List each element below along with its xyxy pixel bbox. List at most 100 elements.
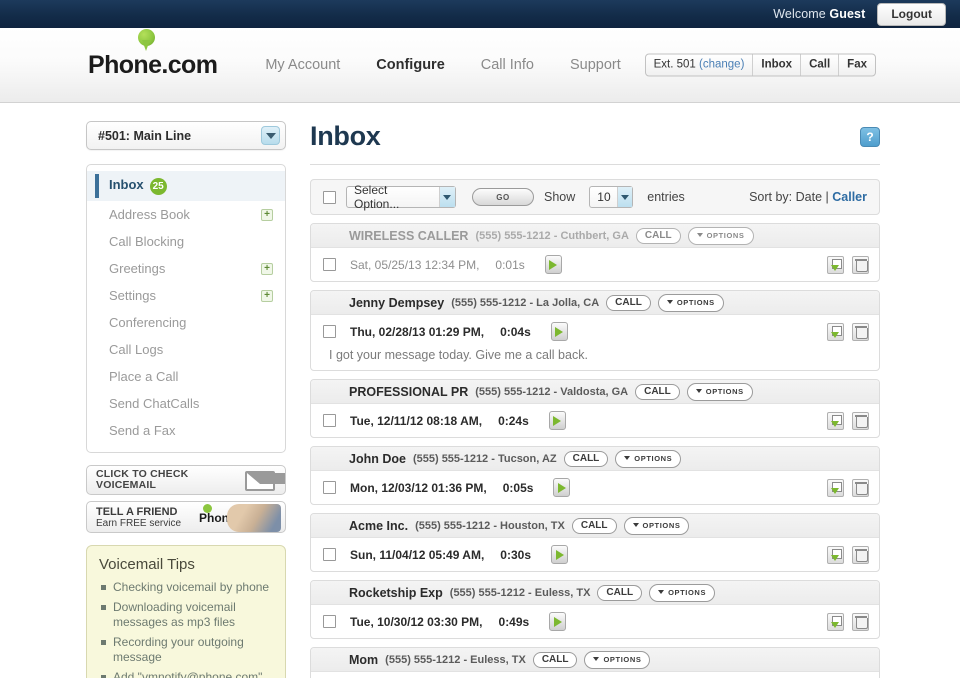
sidebar-item-inbox[interactable]: Inbox25: [87, 171, 285, 201]
sidebar-item-call-blocking[interactable]: Call Blocking: [87, 228, 285, 255]
call-button[interactable]: CALL: [597, 585, 642, 601]
call-button[interactable]: CALL: [635, 384, 680, 400]
ext-call-link[interactable]: Call: [800, 55, 838, 76]
tips-item[interactable]: Downloading voicemail messages as mp3 fi…: [99, 600, 273, 630]
options-button[interactable]: OPTIONS: [615, 450, 681, 468]
phone-com-logo[interactable]: Phone.com: [88, 51, 217, 80]
options-button[interactable]: OPTIONS: [624, 517, 690, 535]
message-duration: 0:30s: [500, 548, 531, 562]
options-button[interactable]: OPTIONS: [649, 584, 715, 602]
tell-a-friend-banner[interactable]: TELL A FRIEND Earn FREE service Phone.co…: [86, 501, 286, 533]
message-actions: [827, 323, 869, 341]
go-button[interactable]: GO: [472, 188, 534, 206]
message-body: Mon, 10/29/12 04:30 PM, 0:35s: [311, 672, 879, 678]
sort-by-date[interactable]: Sort by: Date: [749, 190, 822, 204]
envelope-icon: [245, 471, 275, 491]
caller-name: PROFESSIONAL PR: [349, 385, 468, 399]
play-icon[interactable]: [549, 411, 566, 430]
sidebar-item-send-a-fax[interactable]: Send a Fax: [87, 417, 285, 444]
options-button[interactable]: OPTIONS: [687, 383, 753, 401]
tips-item[interactable]: Add "vmnotify@phone.com" to your address…: [99, 670, 273, 678]
nav-item-configure[interactable]: Configure: [376, 57, 444, 73]
sidebar-item-label: Settings: [109, 288, 156, 303]
chevron-down-icon: [697, 233, 703, 237]
sidebar-item-conferencing[interactable]: Conferencing: [87, 309, 285, 336]
message-row[interactable]: PROFESSIONAL PR (555) 555-1212 - Valdost…: [310, 379, 880, 438]
message-row[interactable]: Jenny Dempsey (555) 555-1212 - La Jolla,…: [310, 290, 880, 371]
tips-item[interactable]: Recording your outgoing message: [99, 635, 273, 665]
map-pin-icon: [138, 29, 155, 46]
expand-icon[interactable]: +: [261, 263, 273, 275]
nav-item-my-account[interactable]: My Account: [265, 57, 340, 73]
options-button[interactable]: OPTIONS: [658, 294, 724, 312]
sidebar-item-address-book[interactable]: Address Book +: [87, 201, 285, 228]
message-checkbox[interactable]: [323, 325, 336, 338]
message-row[interactable]: Mom (555) 555-1212 - Euless, TX CALL OPT…: [310, 647, 880, 678]
entries-per-page-select[interactable]: 10: [589, 186, 633, 208]
ext-fax-link[interactable]: Fax: [838, 55, 875, 76]
caller-name: John Doe: [349, 452, 406, 466]
trash-icon[interactable]: [852, 323, 869, 341]
chevron-down-icon: [624, 456, 630, 460]
ext-inbox-link[interactable]: Inbox: [752, 55, 800, 76]
nav-item-support[interactable]: Support: [570, 57, 621, 73]
options-button[interactable]: OPTIONS: [688, 227, 754, 245]
message-header: Mom (555) 555-1212 - Euless, TX CALL OPT…: [311, 648, 879, 672]
options-button[interactable]: OPTIONS: [584, 651, 650, 669]
download-icon[interactable]: [827, 613, 844, 631]
message-checkbox[interactable]: [323, 615, 336, 628]
sidebar-item-label: Place a Call: [109, 369, 178, 384]
extension-select[interactable]: #501: Main Line: [86, 121, 286, 150]
download-icon[interactable]: [827, 256, 844, 274]
call-button[interactable]: CALL: [572, 518, 617, 534]
message-checkbox[interactable]: [323, 548, 336, 561]
sidebar-item-place-a-call[interactable]: Place a Call: [87, 363, 285, 390]
tips-item[interactable]: Checking voicemail by phone: [99, 580, 273, 595]
download-icon[interactable]: [827, 323, 844, 341]
sidebar-item-send-chatcalls[interactable]: Send ChatCalls: [87, 390, 285, 417]
play-icon[interactable]: [551, 322, 568, 341]
message-checkbox[interactable]: [323, 481, 336, 494]
expand-icon[interactable]: +: [261, 290, 273, 302]
download-icon[interactable]: [827, 412, 844, 430]
message-row[interactable]: Rocketship Exp (555) 555-1212 - Euless, …: [310, 580, 880, 639]
download-icon[interactable]: [827, 479, 844, 497]
sidebar-item-settings[interactable]: Settings +: [87, 282, 285, 309]
extension-select-value: #501: Main Line: [98, 129, 191, 143]
expand-icon[interactable]: +: [261, 209, 273, 221]
download-icon[interactable]: [827, 546, 844, 564]
call-button[interactable]: CALL: [533, 652, 578, 668]
play-icon[interactable]: [545, 255, 562, 274]
sidebar-item-call-logs[interactable]: Call Logs: [87, 336, 285, 363]
play-icon[interactable]: [551, 545, 568, 564]
sidebar-item-greetings[interactable]: Greetings +: [87, 255, 285, 282]
play-icon[interactable]: [553, 478, 570, 497]
trash-icon[interactable]: [852, 412, 869, 430]
caller-name: Rocketship Exp: [349, 586, 443, 600]
sidebar-item-label: Call Logs: [109, 342, 163, 357]
caller-number: (555) 555-1212 - Houston, TX: [415, 520, 565, 532]
help-button[interactable]: ?: [860, 127, 880, 147]
play-icon[interactable]: [549, 612, 566, 631]
bulk-action-select[interactable]: Select Option...: [346, 186, 456, 208]
message-checkbox[interactable]: [323, 258, 336, 271]
nav-item-call-info[interactable]: Call Info: [481, 57, 534, 73]
trash-icon[interactable]: [852, 256, 869, 274]
trash-icon[interactable]: [852, 479, 869, 497]
message-row[interactable]: WIRELESS CALLER (555) 555-1212 - Cuthber…: [310, 223, 880, 282]
trash-icon[interactable]: [852, 546, 869, 564]
message-checkbox[interactable]: [323, 414, 336, 427]
sort-by-caller[interactable]: Caller: [832, 190, 867, 204]
trash-icon[interactable]: [852, 613, 869, 631]
check-voicemail-banner[interactable]: CLICK TO CHECK VOICEMAIL: [86, 465, 286, 495]
call-button[interactable]: CALL: [606, 295, 651, 311]
caller-name: WIRELESS CALLER: [349, 229, 468, 243]
extension-label[interactable]: Ext. 501 (change): [646, 55, 753, 76]
logout-button[interactable]: Logout: [877, 3, 946, 26]
call-button[interactable]: CALL: [564, 451, 609, 467]
message-row[interactable]: John Doe (555) 555-1212 - Tucson, AZ CAL…: [310, 446, 880, 505]
call-button[interactable]: CALL: [636, 228, 681, 244]
select-all-checkbox[interactable]: [323, 191, 336, 204]
message-row[interactable]: Acme Inc. (555) 555-1212 - Houston, TX C…: [310, 513, 880, 572]
extension-change-link[interactable]: (change): [699, 59, 744, 71]
